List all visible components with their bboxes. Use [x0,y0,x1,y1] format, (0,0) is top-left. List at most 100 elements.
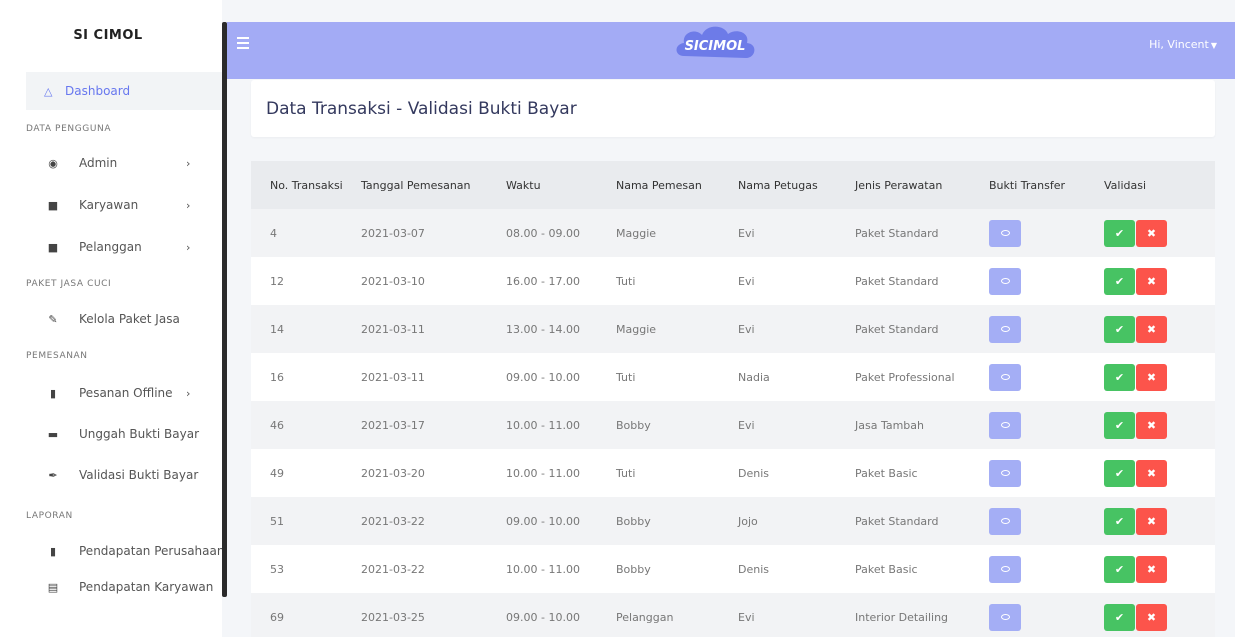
view-proof-button[interactable] [989,219,1021,247]
sidebar-item-admin[interactable]: ◉ Admin › [46,150,222,176]
cell-waktu: 09.00 - 10.00 [506,514,580,528]
view-proof-button[interactable] [989,315,1021,343]
cell-nama-petugas: Evi [738,610,755,624]
reject-button[interactable]: ✖ [1136,459,1167,487]
sidebar-item-label: Unggah Bukti Bayar [79,427,200,441]
view-proof-button[interactable] [989,267,1021,295]
header-bukti-transfer: Bukti Transfer [989,178,1065,192]
cell-jenis-perawatan: Interior Detailing [855,610,949,624]
table-body: 4 2021-03-07 08.00 - 09.00 Maggie Evi Paket S… [251,209,1215,637]
cell-no-transaksi: 14 [270,322,284,336]
approve-button[interactable]: ✔ [1104,219,1135,247]
reject-button[interactable]: ✖ [1136,603,1167,631]
approve-button[interactable]: ✔ [1104,411,1135,439]
cell-waktu: 13.00 - 14.00 [506,322,580,336]
cell-no-transaksi: 69 [270,610,284,624]
user-greeting: Hi, Vincent [1149,38,1209,51]
cell-nama-pemesan: Tuti [616,466,636,480]
page-header-card: Data Transaksi - Validasi Bukti Bayar [251,80,1215,137]
header-validasi: Validasi [1104,178,1147,192]
cell-nama-pemesan: Bobby [616,562,651,576]
close-icon: ✖ [1146,562,1157,576]
cell-validasi: ✔ ✖ [1104,353,1215,401]
user-menu[interactable]: Hi, Vincent ▼ [1149,38,1217,51]
sidebar-item-label: Karyawan [79,198,139,212]
cell-bukti-transfer [989,353,1104,401]
cell-nama-petugas: Denis [738,562,769,576]
cell-tanggal: 2021-03-10 [361,274,425,288]
approve-button[interactable]: ✔ [1104,267,1135,295]
header-nama-petugas: Nama Petugas [738,178,818,192]
chevron-right-icon: › [186,198,191,212]
view-proof-button[interactable] [989,555,1021,583]
header-tanggal: Tanggal Pemesanan [361,178,471,192]
reject-button[interactable]: ✖ [1136,363,1167,391]
view-proof-button[interactable] [989,411,1021,439]
sidebar-item-pesanan-offline[interactable]: ▮ Pesanan Offline › [46,380,222,406]
cell-tanggal: 2021-03-11 [361,322,425,336]
user-icon: ■ [47,198,59,212]
cell-validasi: ✔ ✖ [1104,593,1215,637]
cell-nama-petugas: Nadia [738,370,770,384]
view-proof-button[interactable] [989,363,1021,391]
sidebar-item-karyawan[interactable]: ■ Karyawan › [46,192,222,218]
cell-tanggal: 2021-03-22 [361,562,425,576]
cell-waktu: 10.00 - 11.00 [506,418,580,432]
sidebar-item-kelola-paket-jasa[interactable]: ✎ Kelola Paket Jasa [46,306,222,332]
eye-icon [1000,421,1010,428]
sidebar-item-dashboard[interactable]: △ Dashboard [26,72,222,110]
approve-button[interactable]: ✔ [1104,459,1135,487]
cell-jenis-perawatan: Paket Basic [855,466,918,480]
cell-validasi: ✔ ✖ [1104,305,1215,353]
table-row: 16 2021-03-11 09.00 - 10.00 Tuti Nadia Paket … [251,353,1215,401]
caret-down-icon: ▼ [1210,41,1217,50]
check-icon: ✔ [1114,226,1125,240]
page-title: Data Transaksi - Validasi Bukti Bayar [266,99,577,119]
approve-button[interactable]: ✔ [1104,315,1135,343]
fire-icon: △ [44,84,53,98]
cell-bukti-transfer [989,209,1104,257]
cell-nama-petugas: Evi [738,418,755,432]
sidebar-item-pelanggan[interactable]: ■ Pelanggan › [46,234,222,260]
eye-icon [1000,613,1010,620]
section-data-pengguna: DATA PENGGUNA [26,124,112,134]
cell-nama-pemesan: Maggie [616,322,657,336]
view-proof-button[interactable] [989,459,1021,487]
user-circle-icon: ◉ [48,156,58,170]
reject-button[interactable]: ✖ [1136,411,1167,439]
sidebar-item-unggah-bukti-bayar[interactable]: ▬ Unggah Bukti Bayar [46,421,222,447]
check-icon: ✔ [1114,274,1125,288]
table-row: 12 2021-03-10 16.00 - 17.00 Tuti Evi Paket St… [251,257,1215,305]
view-proof-button[interactable] [989,603,1021,631]
reject-button[interactable]: ✖ [1136,267,1167,295]
cell-waktu: 09.00 - 10.00 [506,610,580,624]
sidebar: SI CIMOL △ Dashboard DATA PENGGUNA ◉ Adm… [0,0,225,637]
sidebar-item-validasi-bukti-bayar[interactable]: ✒ Validasi Bukti Bayar [46,462,222,488]
eye-icon [1000,229,1010,236]
sidebar-item-pendapatan-karyawan[interactable]: ▤ Pendapatan Karyawan [46,574,222,600]
reject-button[interactable]: ✖ [1136,315,1167,343]
eye-icon [1000,565,1010,572]
chevron-right-icon: › [186,240,191,254]
close-icon: ✖ [1146,226,1157,240]
approve-button[interactable]: ✔ [1104,603,1135,631]
sicimol-logo[interactable]: SICIMOL [670,18,760,68]
table-row: 46 2021-03-17 10.00 - 11.00 Bobby Evi Jasa Ta… [251,401,1215,449]
approve-button[interactable]: ✔ [1104,555,1135,583]
sidebar-item-pendapatan-perusahaan[interactable]: ▮ Pendapatan Perusahaan [46,538,225,564]
approve-button[interactable]: ✔ [1104,507,1135,535]
cell-validasi: ✔ ✖ [1104,497,1215,545]
cell-validasi: ✔ ✖ [1104,257,1215,305]
cell-waktu: 10.00 - 11.00 [506,466,580,480]
sidebar-scrollbar[interactable] [222,22,227,597]
reject-button[interactable]: ✖ [1136,507,1167,535]
sidebar-brand[interactable]: SI CIMOL [0,0,222,70]
reject-button[interactable]: ✖ [1136,219,1167,247]
approve-button[interactable]: ✔ [1104,363,1135,391]
transactions-table: No. Transaksi Tanggal Pemesanan Waktu Na… [251,161,1215,637]
cell-tanggal: 2021-03-22 [361,514,425,528]
cell-no-transaksi: 4 [270,226,277,240]
menu-toggle-icon[interactable] [237,37,249,49]
view-proof-button[interactable] [989,507,1021,535]
reject-button[interactable]: ✖ [1136,555,1167,583]
